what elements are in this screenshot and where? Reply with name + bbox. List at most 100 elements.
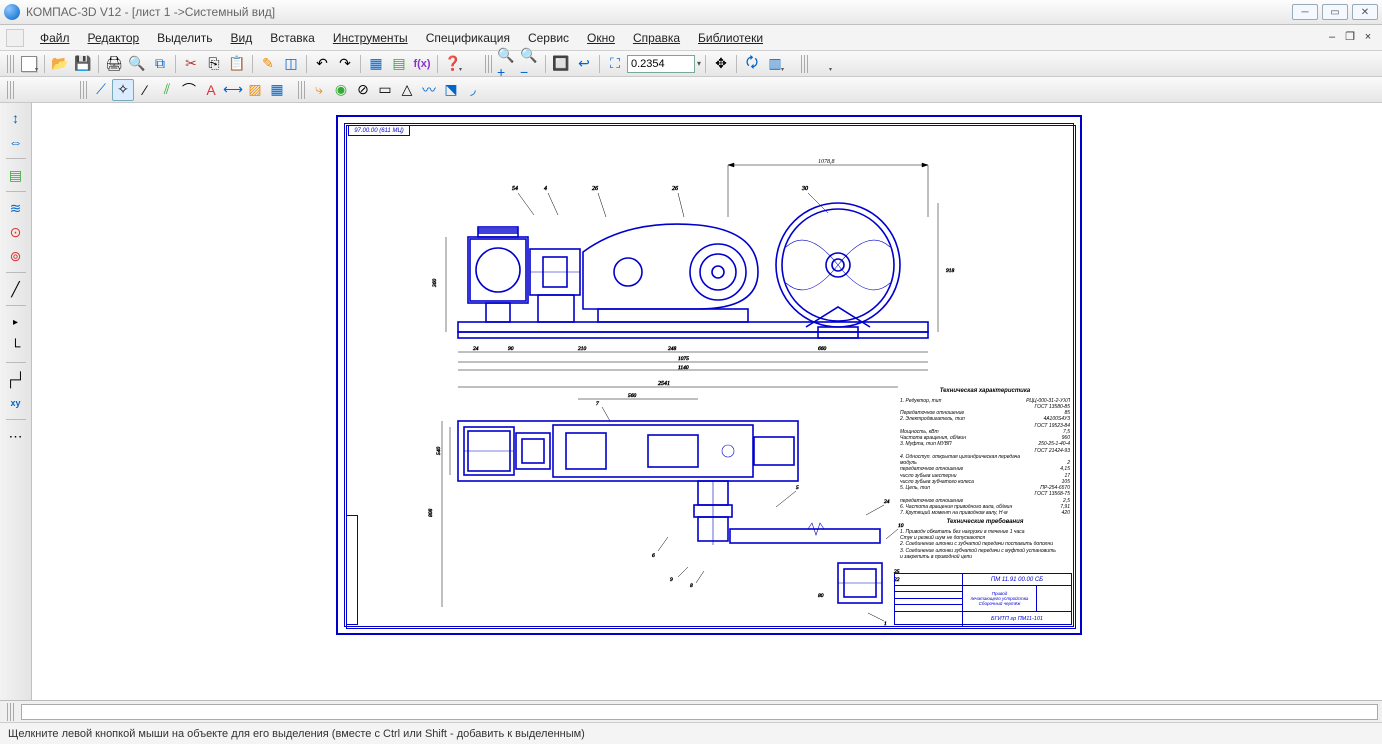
toolbar-grip2-icon[interactable] xyxy=(485,55,492,73)
copy-button[interactable]: ⎘ xyxy=(203,53,225,75)
svg-text:26: 26 xyxy=(592,186,598,192)
menu-tools[interactable]: Инструменты xyxy=(325,28,416,48)
svg-text:248: 248 xyxy=(668,345,677,352)
vtool-dimensions[interactable]: ⇔ xyxy=(4,131,28,153)
menu-bar: Файл Редактор Выделить Вид Вставка Инстр… xyxy=(0,25,1382,51)
vtool-snap1[interactable]: ⊙ xyxy=(4,221,28,243)
vtool-more[interactable]: ⋯ xyxy=(4,425,28,447)
text-tool[interactable]: A xyxy=(200,79,222,101)
menu-help[interactable]: Справка xyxy=(625,28,688,48)
mdi-close[interactable]: × xyxy=(1360,31,1376,45)
menu-spec[interactable]: Спецификация xyxy=(418,28,518,48)
vtool-xy[interactable]: xy xyxy=(4,392,28,414)
print-preview-button[interactable]: 🔍 xyxy=(126,53,148,75)
vtool-snap2[interactable]: ⊚ xyxy=(4,245,28,267)
zoom-dropdown-icon[interactable]: ▾ xyxy=(697,59,701,68)
maximize-button[interactable]: ▭ xyxy=(1322,4,1348,20)
menu-insert[interactable]: Вставка xyxy=(262,28,323,48)
menu-view[interactable]: Вид xyxy=(223,28,261,48)
spline-tool[interactable]: 〰 xyxy=(418,79,440,101)
spec-button[interactable]: ▦ xyxy=(365,53,387,75)
zoom-out-button[interactable]: 🔍− xyxy=(519,53,541,75)
print-button[interactable]: 🖨 xyxy=(103,53,125,75)
aux-line-tool[interactable]: ✧ xyxy=(112,79,134,101)
save-button[interactable]: 💾 xyxy=(72,53,94,75)
drawing-front-view: 1078,8 54 4 26 26 30 xyxy=(398,157,1038,372)
menu-service[interactable]: Сервис xyxy=(520,28,577,48)
zoom-in-button[interactable]: 🔍+ xyxy=(496,53,518,75)
status-bar: Щелкните левой кнопкой мыши на объекте д… xyxy=(0,722,1382,744)
fillet-tool[interactable]: ◞ xyxy=(462,79,484,101)
overflow-button[interactable]: ▾ xyxy=(812,53,834,75)
menu-logo-icon[interactable] xyxy=(6,29,24,47)
title-block: ПМ 11.91 00.00 СБ Приводпечатающего устр… xyxy=(894,573,1072,625)
minimize-button[interactable]: ─ xyxy=(1292,4,1318,20)
drawing-canvas[interactable]: 97.00.00 (611 МЦ) 1078,8 54 4 26 xyxy=(36,109,1374,694)
mdi-restore[interactable]: ❐ xyxy=(1342,31,1358,45)
vtool-geometry[interactable]: ↕ xyxy=(4,107,28,129)
svg-text:80: 80 xyxy=(818,593,824,599)
vtool-layers[interactable]: ≋ xyxy=(4,197,28,219)
undo-button[interactable]: ↶ xyxy=(311,53,333,75)
vtool-origin[interactable]: └ xyxy=(4,335,28,357)
svg-text:560: 560 xyxy=(628,393,637,399)
toolbar-grip3-icon[interactable] xyxy=(801,55,808,73)
toolbar2-grip-icon[interactable] xyxy=(7,81,14,99)
canvas-area[interactable]: 97.00.00 (611 МЦ) 1078,8 54 4 26 xyxy=(32,103,1382,700)
paste-button[interactable]: 📋 xyxy=(226,53,248,75)
open-button[interactable]: 📂 xyxy=(49,53,71,75)
mdi-minimize[interactable]: – xyxy=(1324,31,1340,45)
menu-editor[interactable]: Редактор xyxy=(80,28,148,48)
prop-grip-icon[interactable] xyxy=(7,703,14,721)
zoom-fit-button[interactable]: ⛶ xyxy=(604,53,626,75)
chamfer-tool[interactable]: ⬔ xyxy=(440,79,462,101)
svg-text:1: 1 xyxy=(884,621,887,627)
zoom-input[interactable] xyxy=(627,55,695,73)
svg-text:54: 54 xyxy=(512,185,518,192)
brush-button[interactable]: ✎ xyxy=(257,53,279,75)
toolbar2-grip2-icon[interactable] xyxy=(80,81,87,99)
title-block-name: Приводпечатающего устройстваСборочный че… xyxy=(963,586,1037,611)
cut-button[interactable]: ✂ xyxy=(180,53,202,75)
point-tool[interactable]: ⟋ xyxy=(90,79,112,101)
properties-button[interactable]: ⧉ xyxy=(149,53,171,75)
close-button[interactable]: ✕ xyxy=(1352,4,1378,20)
segment-tool[interactable]: ∕ xyxy=(134,79,156,101)
menu-select[interactable]: Выделить xyxy=(149,28,220,48)
property-input[interactable] xyxy=(21,704,1378,720)
hatch-tool[interactable]: ▨ xyxy=(244,79,266,101)
manager-button[interactable]: ▤ xyxy=(388,53,410,75)
work-area: ↕ ⇔ ▤ ≋ ⊙ ⊚ ╱ ▸ └ ┌┘ xy ⋯ 97.00.00 (611 … xyxy=(0,103,1382,700)
menu-window[interactable]: Окно xyxy=(579,28,623,48)
help-button[interactable]: ❓▾ xyxy=(442,53,464,75)
leader-tool[interactable]: ⤷ xyxy=(308,79,330,101)
mark-tool[interactable]: ◉ xyxy=(330,79,352,101)
refresh-button[interactable]: 🗘 xyxy=(741,53,763,75)
rect-tool[interactable]: ▭ xyxy=(374,79,396,101)
vtool-step[interactable]: ┌┘ xyxy=(4,368,28,390)
toolbar-grip-icon[interactable] xyxy=(7,55,14,73)
vtool-edit[interactable]: ▤ xyxy=(4,164,28,186)
zoom-prev-button[interactable]: ↩ xyxy=(573,53,595,75)
table-tool[interactable]: ▦ xyxy=(266,79,288,101)
views-button[interactable]: ▥▾ xyxy=(764,53,786,75)
parallel-tool[interactable]: ⫽ xyxy=(156,79,178,101)
variables-button[interactable]: f(x) xyxy=(411,53,433,75)
circle-tool[interactable]: ⊘ xyxy=(352,79,374,101)
dimension-tool[interactable]: ⟷ xyxy=(222,79,244,101)
svg-text:808: 808 xyxy=(428,509,434,518)
property-panel xyxy=(0,700,1382,722)
pan-button[interactable]: ✥ xyxy=(710,53,732,75)
menu-libraries[interactable]: Библиотеки xyxy=(690,28,771,48)
drawing-top-view: 2541 560 7 xyxy=(398,377,918,627)
selectall-button[interactable]: ◫ xyxy=(280,53,302,75)
menu-file[interactable]: Файл xyxy=(32,28,78,48)
vtool-arrow[interactable]: ▸ xyxy=(4,311,28,333)
toolbar2-grip3-icon[interactable] xyxy=(298,81,305,99)
new-button[interactable]: ▾ xyxy=(18,53,40,75)
vtool-line[interactable]: ╱ xyxy=(4,278,28,300)
redo-button[interactable]: ↷ xyxy=(334,53,356,75)
arc-tool[interactable]: ⌒ xyxy=(178,79,200,101)
angle-tool[interactable]: △ xyxy=(396,79,418,101)
zoom-area-button[interactable]: 🔲 xyxy=(550,53,572,75)
